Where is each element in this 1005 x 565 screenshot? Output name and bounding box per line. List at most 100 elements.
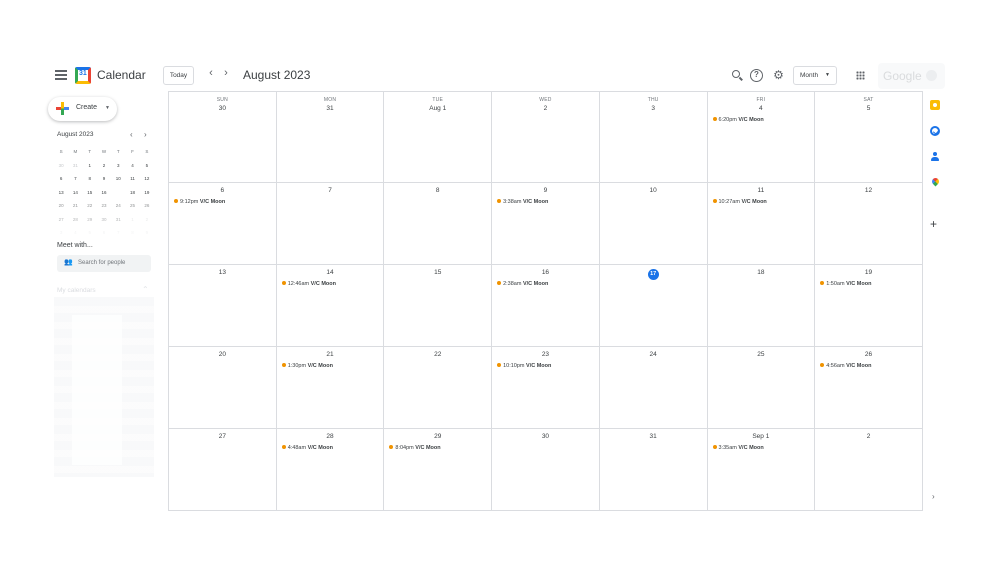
day-cell[interactable]: 23 10:10pm V/C Moon — [491, 347, 599, 428]
day-number[interactable]: 31 — [600, 433, 707, 440]
day-cell[interactable]: 21 1:30pm V/C Moon — [275, 347, 384, 428]
mini-calendar-day[interactable]: 31 — [68, 159, 82, 173]
event-chip[interactable]: 6:20pm V/C Moon — [712, 117, 764, 123]
day-number[interactable]: 14 — [277, 269, 384, 276]
mini-calendar-day[interactable]: 16 — [97, 186, 111, 200]
event-chip[interactable]: 10:10pm V/C Moon — [497, 363, 551, 369]
event-chip[interactable]: 12:46am V/C Moon — [281, 281, 336, 287]
day-cell[interactable]: 31 — [598, 429, 707, 510]
mini-calendar-day[interactable]: 13 — [54, 186, 68, 200]
mini-calendar-day[interactable]: 30 — [54, 159, 68, 173]
mini-calendar-day[interactable]: 12 — [140, 172, 154, 186]
day-cell[interactable]: 28 4:48am V/C Moon — [275, 429, 384, 510]
day-cell[interactable]: 2 — [814, 429, 922, 510]
day-cell[interactable]: 17 — [598, 265, 707, 346]
mini-calendar-day[interactable]: 4 — [125, 159, 139, 173]
day-number[interactable]: 8 — [384, 187, 491, 194]
day-cell[interactable]: 6 9:12pm V/C Moon — [168, 183, 276, 264]
event-chip[interactable]: 2:38am V/C Moon — [497, 281, 548, 287]
mini-calendar-day[interactable]: 6 — [54, 172, 68, 186]
chevron-up-icon[interactable]: ⌃ — [142, 285, 149, 294]
day-cell[interactable]: Sep 1 3:35am V/C Moon — [706, 429, 815, 510]
day-cell[interactable]: 18 — [706, 265, 815, 346]
mini-calendar-day[interactable]: 9 — [97, 172, 111, 186]
day-cell[interactable]: 14 12:46am V/C Moon — [275, 265, 384, 346]
day-cell[interactable]: 11 10:27am V/C Moon — [706, 183, 815, 264]
day-number[interactable]: 27 — [169, 433, 276, 440]
contacts-icon[interactable] — [930, 152, 940, 162]
day-number[interactable]: 20 — [169, 351, 276, 358]
day-number[interactable]: 19 — [815, 269, 922, 276]
event-chip[interactable]: 10:27am V/C Moon — [712, 199, 767, 205]
day-cell[interactable]: 20 — [168, 347, 276, 428]
today-button[interactable]: Today — [163, 66, 194, 85]
mini-calendar-day[interactable]: 10 — [111, 172, 125, 186]
day-number[interactable]: 31 — [277, 105, 384, 112]
day-cell[interactable]: 26 4:56am V/C Moon — [814, 347, 922, 428]
day-cell[interactable]: 27 — [168, 429, 276, 510]
day-number[interactable]: 12 — [815, 187, 922, 194]
day-cell[interactable]: SAT 5 — [814, 92, 922, 182]
mini-calendar-day[interactable]: 2 — [97, 159, 111, 173]
day-number[interactable]: 24 — [600, 351, 707, 358]
day-number[interactable]: 13 — [169, 269, 276, 276]
day-cell[interactable]: FRI 4 6:20pm V/C Moon — [706, 92, 815, 182]
day-number[interactable]: 23 — [492, 351, 599, 358]
day-cell[interactable]: 16 2:38am V/C Moon — [491, 265, 599, 346]
search-icon[interactable] — [731, 69, 744, 82]
help-icon[interactable]: ? — [750, 69, 763, 82]
app-title[interactable]: Calendar — [97, 68, 146, 82]
day-cell[interactable]: TUE Aug 1 — [383, 92, 491, 182]
day-cell[interactable]: 10 — [598, 183, 707, 264]
day-number[interactable]: 26 — [815, 351, 922, 358]
mini-calendar-day[interactable]: 17 — [111, 186, 125, 200]
day-number[interactable]: 4 — [708, 105, 815, 112]
mini-calendar-day[interactable]: 14 — [68, 186, 82, 200]
day-number[interactable]: 30 — [492, 433, 599, 440]
day-number[interactable]: 5 — [815, 105, 922, 112]
mini-next-month-icon[interactable]: › — [144, 130, 147, 139]
day-number[interactable]: 29 — [384, 433, 491, 440]
mini-calendar-day[interactable]: 8 — [83, 172, 97, 186]
event-chip[interactable]: 9:12pm V/C Moon — [174, 199, 225, 205]
event-chip[interactable]: 8:04pm V/C Moon — [389, 445, 441, 451]
day-number[interactable]: 3 — [600, 105, 707, 112]
settings-gear-icon[interactable]: ⚙ — [772, 69, 785, 82]
previous-month-icon[interactable]: ‹ — [206, 67, 216, 79]
day-cell[interactable]: SUN 30 — [168, 92, 276, 182]
event-chip[interactable]: 1:50am V/C Moon — [820, 281, 871, 287]
day-cell[interactable]: 9 3:38am V/C Moon — [491, 183, 599, 264]
day-number[interactable]: 10 — [600, 187, 707, 194]
day-cell[interactable]: 30 — [491, 429, 599, 510]
mini-calendar-day[interactable]: 15 — [83, 186, 97, 200]
view-select[interactable]: Month ▼ — [793, 66, 837, 85]
day-number[interactable]: Sep 1 — [708, 433, 815, 440]
day-number[interactable]: 7 — [277, 187, 384, 194]
day-number[interactable]: 6 — [169, 187, 276, 194]
event-chip[interactable]: 3:38am V/C Moon — [497, 199, 548, 205]
day-cell[interactable]: 19 1:50am V/C Moon — [814, 265, 922, 346]
day-cell[interactable]: 22 — [383, 347, 491, 428]
main-menu-icon[interactable] — [55, 70, 67, 82]
mini-calendar-day[interactable]: 5 — [140, 159, 154, 173]
event-chip[interactable]: 3:35am V/C Moon — [712, 445, 764, 451]
mini-calendar-day[interactable]: 7 — [68, 172, 82, 186]
day-cell[interactable]: WED 2 — [491, 92, 599, 182]
get-add-ons-plus-icon[interactable]: + — [930, 218, 937, 230]
event-chip[interactable]: 4:48am V/C Moon — [281, 445, 333, 451]
day-cell[interactable]: 29 8:04pm V/C Moon — [383, 429, 491, 510]
day-number[interactable]: 25 — [708, 351, 815, 358]
day-number[interactable]: 21 — [277, 351, 384, 358]
my-calendars-heading[interactable]: My calendars — [57, 287, 96, 294]
day-cell[interactable]: 12 — [814, 183, 922, 264]
mini-calendar-day[interactable]: 19 — [140, 186, 154, 200]
today-date-badge[interactable]: 17 — [647, 269, 659, 280]
day-cell[interactable]: 25 — [706, 347, 815, 428]
day-cell[interactable]: 13 — [168, 265, 276, 346]
avatar[interactable] — [926, 70, 937, 81]
event-chip[interactable]: 4:56am V/C Moon — [820, 363, 871, 369]
day-number[interactable]: 9 — [492, 187, 599, 194]
day-cell[interactable]: 15 — [383, 265, 491, 346]
mini-previous-month-icon[interactable]: ‹ — [130, 130, 133, 139]
next-month-icon[interactable]: › — [221, 67, 231, 79]
